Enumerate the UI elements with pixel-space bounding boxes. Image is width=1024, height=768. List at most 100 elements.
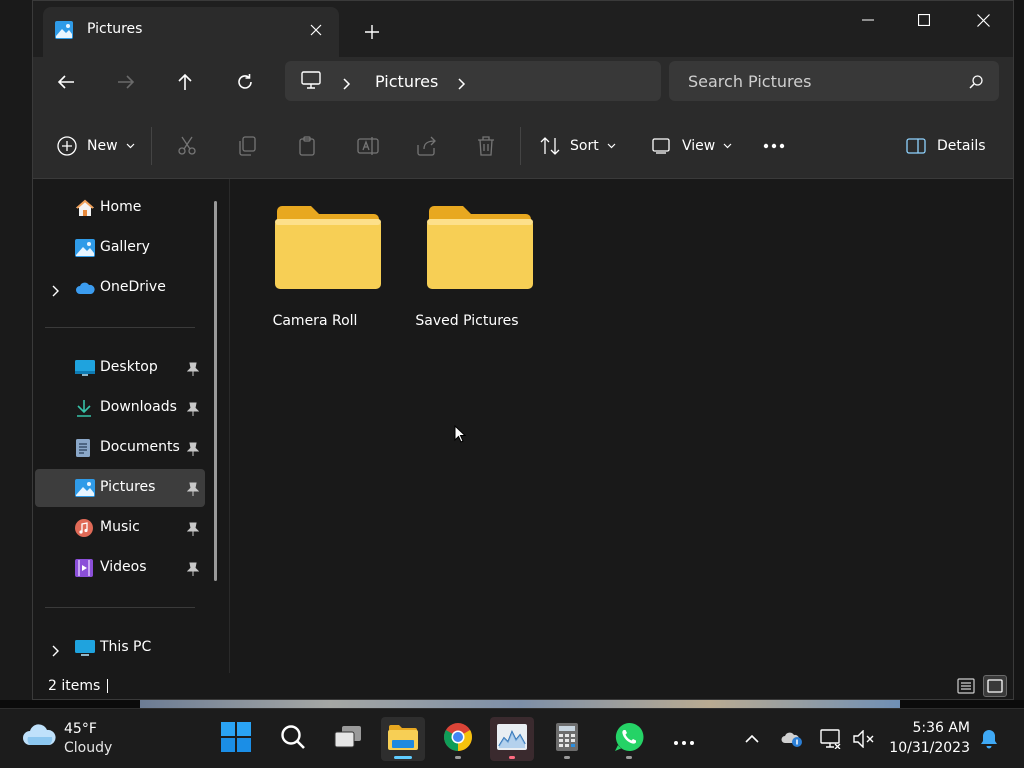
folder-icon (427, 205, 533, 293)
file-list: Camera Roll Saved Pictures (230, 179, 1013, 673)
separator (520, 127, 521, 165)
tab-title: Pictures (87, 21, 143, 37)
sidebar-item-downloads[interactable]: Downloads (35, 389, 205, 427)
weather-condition[interactable]: Cloudy (64, 740, 112, 756)
details-button[interactable]: Details (906, 131, 986, 161)
chevron-right-icon[interactable] (49, 282, 61, 297)
navigation-pane: Home Gallery OneDrive Desktop Downloads … (33, 179, 229, 673)
arrow-right-icon[interactable] (107, 65, 145, 99)
refresh-icon[interactable] (226, 65, 264, 99)
taskbar-search-button[interactable] (271, 717, 315, 761)
pin-icon[interactable] (186, 521, 201, 536)
close-button[interactable] (954, 1, 1012, 39)
tab-pictures[interactable]: Pictures (43, 7, 339, 57)
chevron-right-icon[interactable] (343, 75, 351, 94)
minimize-button[interactable] (839, 1, 897, 39)
folder-item-saved-pictures[interactable]: Saved Pictures (397, 179, 537, 329)
start-button[interactable] (214, 717, 258, 761)
close-tab-icon[interactable] (303, 17, 329, 43)
chevron-down-icon (607, 143, 616, 149)
pin-icon[interactable] (186, 561, 201, 576)
address-bar[interactable]: Pictures (285, 61, 661, 101)
paste-icon[interactable] (297, 131, 317, 161)
pin-icon[interactable] (186, 481, 201, 496)
command-bar: New Sort View Details (33, 111, 1013, 179)
navigation-bar: Pictures Search Pictures (33, 57, 1013, 111)
documents-icon (75, 439, 93, 457)
running-indicator (626, 756, 632, 759)
share-icon[interactable] (417, 131, 437, 161)
arrow-left-icon[interactable] (47, 65, 85, 99)
pin-icon[interactable] (186, 441, 201, 456)
taskbar-more-button[interactable] (662, 717, 706, 761)
sidebar-item-documents[interactable]: Documents (35, 429, 205, 467)
rename-icon[interactable] (357, 131, 379, 161)
taskbar-file-explorer[interactable] (381, 717, 425, 761)
sidebar-item-gallery[interactable]: Gallery (35, 229, 205, 267)
weather-cloud-icon[interactable] (22, 723, 56, 751)
sidebar-item-videos[interactable]: Videos (35, 549, 205, 587)
details-pane-icon (906, 138, 926, 154)
sidebar-label: This PC (100, 639, 152, 655)
chevron-up-icon[interactable] (740, 727, 764, 751)
running-indicator (394, 756, 412, 759)
taskbar-task-manager[interactable] (490, 717, 534, 761)
desktop-icon (75, 359, 95, 377)
delete-icon[interactable] (477, 131, 495, 161)
sort-button[interactable]: Sort (540, 131, 616, 161)
search-icon[interactable] (969, 74, 983, 93)
new-button[interactable]: New (57, 131, 135, 161)
sidebar-item-this-pc[interactable]: This PC (35, 629, 205, 667)
weather-temperature[interactable]: 45°F (64, 721, 97, 737)
monitor-icon[interactable] (301, 71, 321, 93)
clock-date[interactable]: 10/31/2023 (872, 740, 970, 756)
folder-icon (388, 724, 418, 754)
copy-icon[interactable] (237, 131, 257, 161)
taskbar-calculator[interactable] (545, 717, 589, 761)
mouse-cursor-icon (454, 424, 467, 447)
plus-icon[interactable] (358, 18, 386, 46)
taskbar-whatsapp[interactable] (607, 717, 651, 761)
arrow-up-icon[interactable] (166, 65, 204, 99)
file-explorer-window: Pictures Pictures Search Pictures New So… (32, 0, 1014, 700)
breadcrumb-pictures[interactable]: Pictures (375, 72, 438, 91)
chevron-right-icon[interactable] (49, 642, 61, 657)
view-button[interactable]: View (652, 131, 732, 161)
network-icon[interactable] (819, 727, 843, 751)
sidebar-scrollbar[interactable] (214, 201, 217, 581)
task-view-icon (334, 725, 362, 753)
clock-time[interactable]: 5:36 AM (892, 720, 970, 736)
sidebar-label: OneDrive (100, 279, 166, 295)
details-view-icon[interactable] (954, 675, 978, 697)
view-icon (652, 138, 670, 154)
folder-item-camera-roll[interactable]: Camera Roll (245, 179, 385, 329)
search-input[interactable]: Search Pictures (669, 61, 999, 101)
large-icons-view-icon[interactable] (983, 675, 1007, 697)
onedrive-icon[interactable] (780, 727, 804, 751)
taskbar-chrome[interactable] (436, 717, 480, 761)
add-circle-icon (57, 136, 77, 156)
chevron-right-icon[interactable] (458, 75, 466, 94)
task-view-button[interactable] (326, 717, 370, 761)
cut-icon[interactable] (177, 131, 197, 161)
title-bar: Pictures (33, 1, 1013, 57)
sidebar-item-pictures[interactable]: Pictures (35, 469, 205, 507)
search-icon (280, 724, 306, 754)
sidebar-item-home[interactable]: Home (35, 189, 205, 227)
pictures-icon (55, 21, 73, 39)
maximize-button[interactable] (895, 1, 953, 39)
divider (45, 327, 195, 328)
taskbar: 45°F Cloudy 5:36 AM 10/31/2023 (0, 708, 1024, 768)
pin-icon[interactable] (186, 361, 201, 376)
sidebar-item-music[interactable]: Music (35, 509, 205, 547)
sidebar-label: Downloads (100, 399, 177, 415)
bell-icon[interactable] (977, 727, 1001, 751)
sidebar-item-desktop[interactable]: Desktop (35, 349, 205, 387)
new-label: New (87, 138, 118, 154)
pin-icon[interactable] (186, 401, 201, 416)
ellipsis-icon[interactable] (763, 131, 785, 161)
pc-icon (75, 639, 95, 657)
chrome-icon (443, 722, 473, 756)
sort-icon (540, 137, 560, 155)
sidebar-item-onedrive[interactable]: OneDrive (35, 269, 205, 307)
